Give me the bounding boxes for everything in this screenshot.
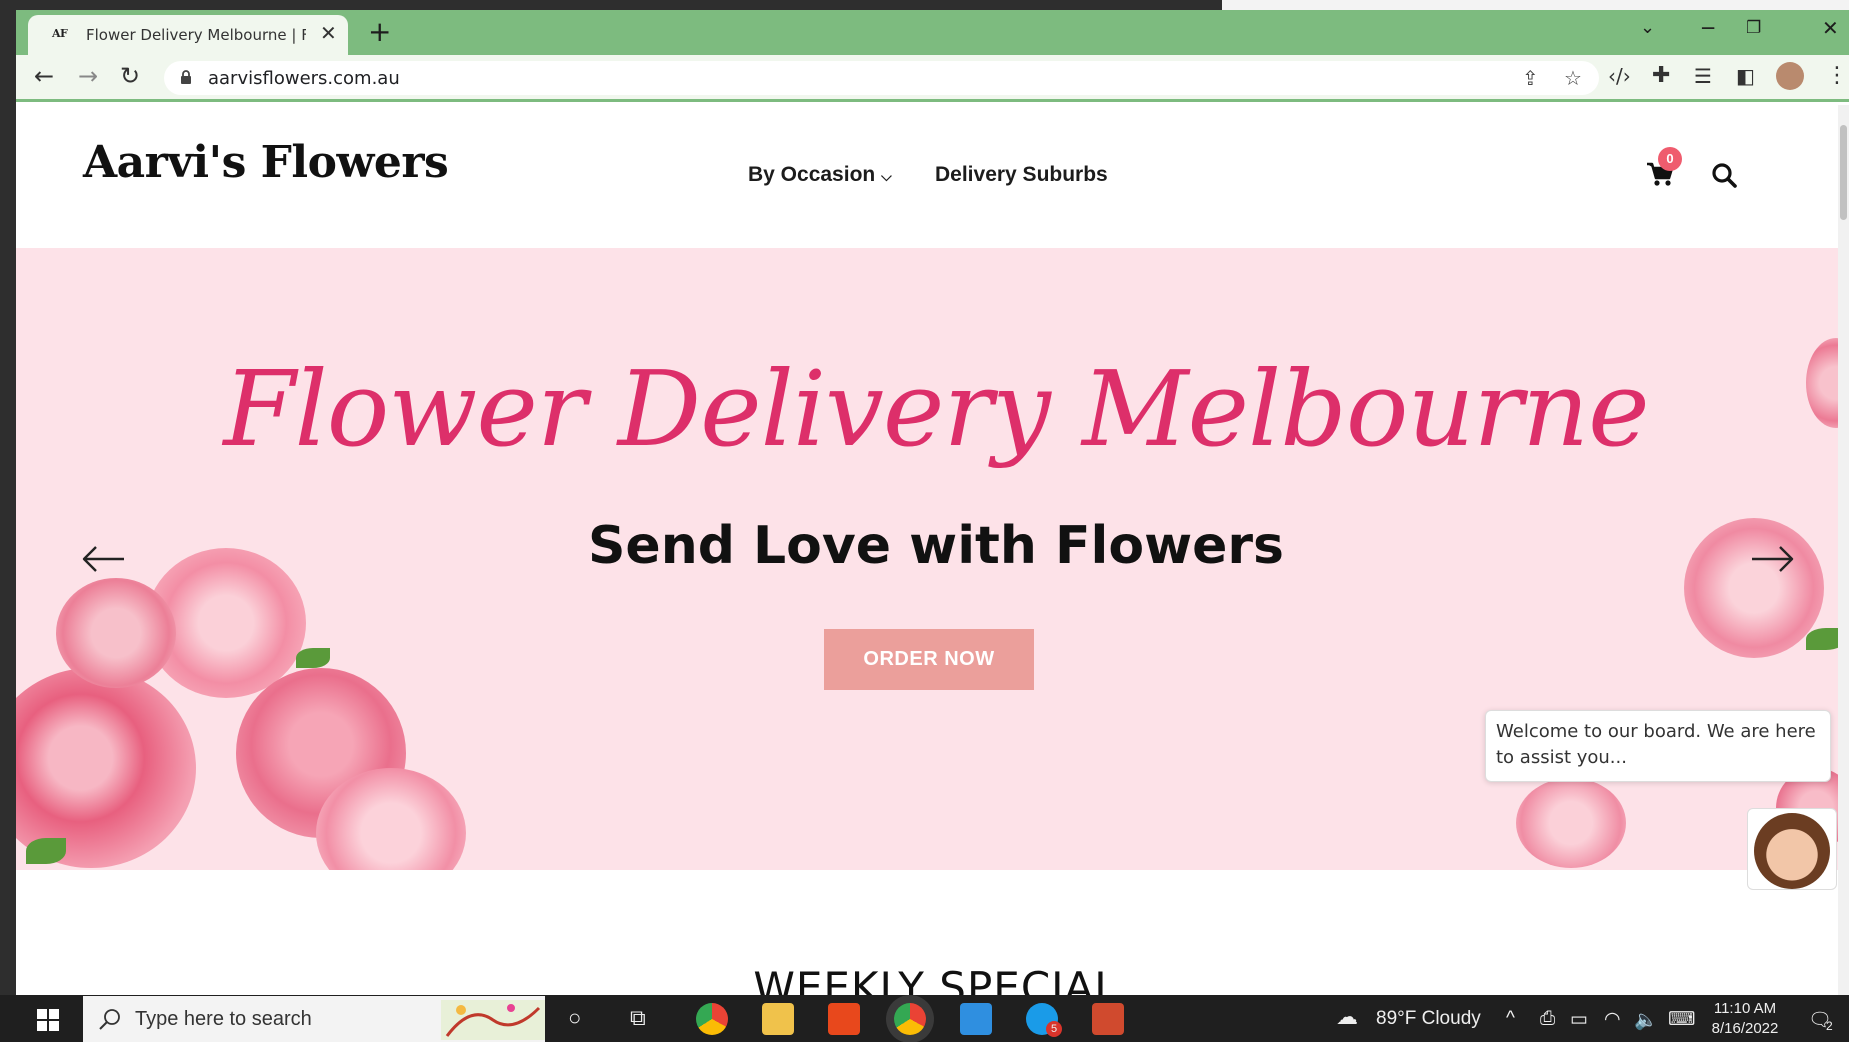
search-highlight-illustration [441, 1000, 545, 1040]
cloud-weather-icon[interactable]: ☁ [1336, 1004, 1358, 1030]
windows-taskbar: Type here to search ○ ⧉ 5 ☁ 89°F Cloudy … [0, 995, 1849, 1042]
mail-icon[interactable] [960, 1003, 992, 1035]
search-icon [99, 1009, 120, 1030]
clock-date: 8/16/2022 [1711, 1020, 1779, 1037]
system-clock[interactable]: 11:10 AM 8/16/2022 [1710, 999, 1780, 1039]
next-slide-arrow-icon[interactable] [1750, 544, 1794, 574]
skype-badge: 5 [1046, 1021, 1062, 1037]
close-icon[interactable]: ✕ [320, 23, 337, 43]
menu-icon[interactable]: ⋮ [1826, 63, 1848, 89]
side-panel-icon[interactable]: ◧ [1736, 63, 1755, 89]
meet-icon[interactable]: ⎙ [1540, 1008, 1555, 1030]
clock-time: 11:10 AM [1713, 1000, 1777, 1017]
windows-start-icon[interactable] [37, 1009, 59, 1031]
search-icon[interactable] [1710, 161, 1738, 189]
url-text: aarvisflowers.com.au [208, 68, 400, 89]
extensions-icon[interactable]: ✚ [1652, 63, 1670, 89]
tab-search-icon[interactable]: ⌄ [1640, 18, 1655, 38]
devtools-icon[interactable]: ‹/› [1608, 63, 1631, 89]
reload-icon[interactable]: ↻ [120, 63, 140, 89]
order-now-button[interactable]: ORDER NOW [824, 629, 1034, 690]
chevron-up-icon[interactable]: ^ [1506, 1008, 1515, 1030]
notification-count: 2 [1826, 1019, 1833, 1033]
hero-subtitle: Send Love with Flowers [587, 516, 1284, 576]
search-placeholder: Type here to search [135, 1008, 312, 1030]
tab-bar: AF Flower Delivery Melbourne | Flori ✕ +… [16, 10, 1849, 55]
browser-toolbar: ← → ↻ aarvisflowers.com.au ⇪ ☆ ‹/› ✚ ☰ ◧… [16, 55, 1849, 102]
task-view-icon[interactable]: ⧉ [630, 1005, 646, 1031]
chat-widget-avatar[interactable] [1747, 808, 1837, 890]
nav-by-occasion[interactable]: By Occasion ⌵ [748, 163, 892, 187]
chrome-icon[interactable] [696, 1003, 728, 1035]
nav-by-occasion-label: By Occasion [748, 163, 876, 186]
background-window [1222, 0, 1849, 10]
share-icon[interactable]: ⇪ [1522, 66, 1539, 90]
page-scrollbar[interactable] [1838, 105, 1849, 995]
new-tab-button[interactable]: + [368, 18, 391, 46]
web-page: Aarvi's Flowers By Occasion ⌵ Delivery S… [16, 105, 1849, 995]
lock-icon [181, 70, 191, 84]
chevron-down-icon: ⌵ [881, 168, 892, 184]
restore-icon[interactable]: ❐ [1746, 18, 1761, 38]
desktop-top-strip [0, 0, 1849, 10]
file-explorer-icon[interactable] [762, 1003, 794, 1035]
volume-icon[interactable]: 🔈 [1634, 1008, 1658, 1032]
chat-welcome-bubble[interactable]: Welcome to our board. We are here to ass… [1485, 710, 1831, 782]
agent-photo [1754, 813, 1830, 889]
browser-tab[interactable]: AF Flower Delivery Melbourne | Flori ✕ [28, 15, 348, 55]
nav-delivery-suburbs[interactable]: Delivery Suburbs [935, 163, 1108, 187]
cart-count-badge: 0 [1658, 147, 1682, 171]
forward-icon[interactable]: → [78, 63, 98, 89]
reading-list-icon[interactable]: ☰ [1694, 63, 1712, 89]
tab-title: Flower Delivery Melbourne | Flori [86, 26, 306, 44]
favicon: AF [52, 27, 68, 40]
desktop-left-strip [0, 0, 16, 995]
site-logo[interactable]: Aarvi's Flowers [83, 137, 449, 188]
browser-window: AF Flower Delivery Melbourne | Flori ✕ +… [16, 10, 1849, 995]
battery-icon[interactable]: ▭ [1570, 1008, 1588, 1031]
weekly-special-heading: WEEKLY SPECIAL [753, 963, 1119, 995]
powerpoint-icon[interactable] [1092, 1003, 1124, 1035]
bookmark-star-icon[interactable]: ☆ [1564, 66, 1582, 90]
scrollbar-thumb[interactable] [1840, 125, 1847, 220]
site-header: Aarvi's Flowers By Occasion ⌵ Delivery S… [16, 105, 1849, 248]
weather-text[interactable]: 89°F Cloudy [1376, 1008, 1481, 1030]
address-bar[interactable]: aarvisflowers.com.au ⇪ ☆ [164, 61, 1599, 95]
back-icon[interactable]: ← [34, 63, 54, 89]
cortana-icon[interactable]: ○ [568, 1005, 581, 1031]
chrome-active-icon[interactable] [894, 1003, 926, 1035]
office-icon[interactable] [828, 1003, 860, 1035]
wifi-icon[interactable]: ◠ [1604, 1008, 1621, 1031]
profile-avatar[interactable] [1776, 62, 1804, 90]
minimize-icon[interactable]: ─ [1702, 18, 1714, 38]
window-close-icon[interactable]: ✕ [1822, 18, 1839, 38]
prev-slide-arrow-icon[interactable] [82, 544, 126, 574]
keyboard-icon[interactable]: ⌨ [1668, 1008, 1695, 1031]
taskbar-search-box[interactable]: Type here to search [83, 996, 545, 1042]
hero-script-title: Flower Delivery Melbourne [223, 348, 1649, 470]
